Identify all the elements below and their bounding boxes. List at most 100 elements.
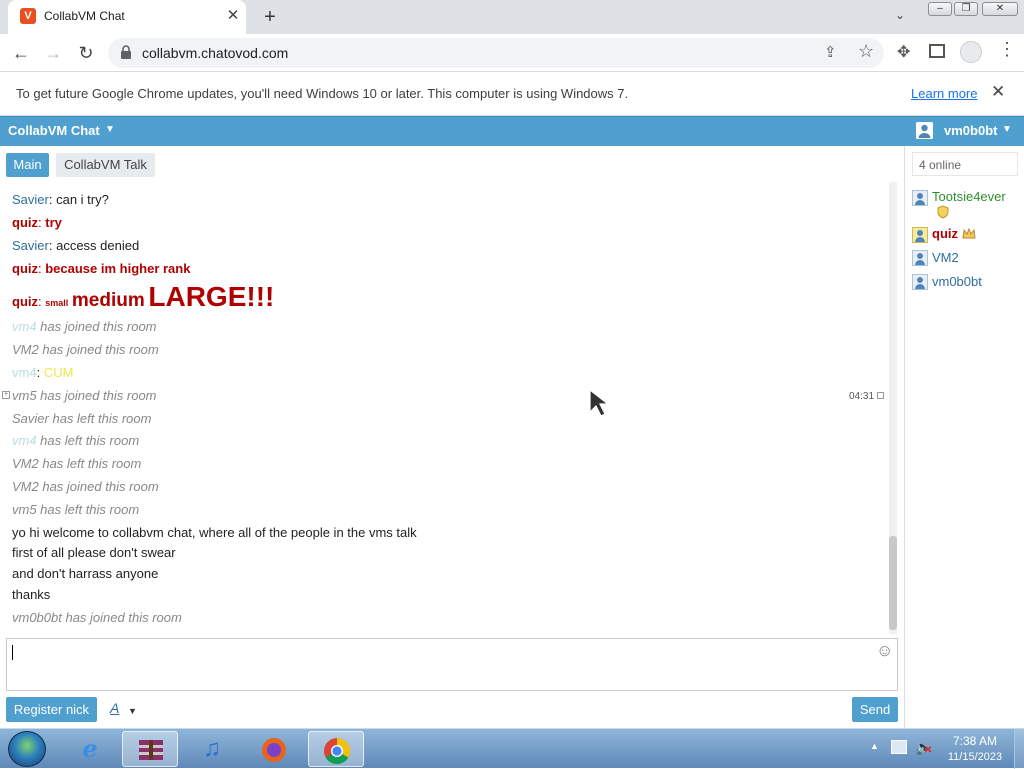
message-author[interactable]: quiz [12,294,38,309]
infobar-close-icon[interactable]: ✕ [991,82,1005,102]
firefox-icon [262,738,286,762]
tab-title: CollabVM Chat [44,9,125,23]
taskbar-app-internet-explorer[interactable]: e [62,731,118,767]
user-icon [912,227,928,243]
taskbar-app-itunes[interactable]: ♫ [184,731,240,767]
lock-icon[interactable] [120,45,132,59]
message-author[interactable]: Savier [12,192,49,207]
collabvm-favicon-icon: V [20,8,36,24]
system-message: vm5 has joined this room [12,388,157,403]
message-author[interactable]: vm4 [12,319,37,334]
profile-avatar-icon[interactable] [960,41,982,63]
learn-more-link[interactable]: Learn more [911,86,977,101]
user-icon[interactable] [916,122,933,139]
user-icon [912,250,928,266]
message: quiz: because im higher rank [12,261,191,276]
chevron-down-icon[interactable]: ▼ [128,706,137,716]
taskbar-app-firefox[interactable] [246,731,302,767]
system-message: vm4 has left this room [12,433,140,448]
show-hidden-icons-button[interactable]: ▲ [870,741,879,751]
winrar-icon [139,740,163,760]
chrome-menu-icon[interactable]: ⋮ [998,39,1016,60]
user-list-item[interactable]: VM2 [932,250,959,265]
message-select-checkbox[interactable] [877,392,884,399]
update-infobar: To get future Google Chrome updates, you… [0,72,1024,116]
reload-button[interactable]: ↻ [73,40,99,66]
clock-date[interactable]: 11/15/2023 [944,751,1006,763]
share-icon[interactable]: ⇪ [824,43,837,61]
tab-search-chevron-icon[interactable]: ⌄ [895,8,905,22]
system-message: vm4 has joined this room [12,319,157,334]
current-user-menu[interactable]: vm0b0bt [944,123,997,138]
user-icon [912,274,928,290]
message-text: CUM [43,365,74,380]
message: quiz: try [12,215,62,230]
address-bar[interactable]: collabvm.chatovod.com ⇪ ☆ [108,38,884,68]
tab-close-icon[interactable]: ✕ [224,7,242,25]
text-caret [12,645,13,660]
side-panel-icon[interactable] [929,44,945,58]
minimize-button[interactable]: – [928,2,952,16]
online-count: 4 online [912,152,1018,176]
message-input[interactable]: ☺ [6,638,898,691]
message-author[interactable]: vm4 [12,365,37,380]
restore-button[interactable]: ❐ [954,2,978,16]
close-window-button[interactable]: ✕ [982,2,1018,16]
internet-explorer-icon: e [82,734,98,763]
message-text: and don't harrass anyone [12,566,159,581]
chevron-down-icon[interactable]: ▼ [105,124,115,135]
message-author[interactable]: vm4 [12,433,37,448]
tab-strip: V CollabVM Chat ✕ + ⌄ – ❐ ✕ [0,0,1024,34]
network-icon[interactable] [891,740,907,754]
taskbar-app-chrome[interactable] [308,731,364,767]
browser-toolbar: ← → ↻ collabvm.chatovod.com ⇪ ☆ ✥ ⋮ [0,34,1024,72]
message: Savier: access denied [12,238,140,253]
message-text: yo hi welcome to collabvm chat, where al… [12,525,417,540]
extensions-puzzle-icon[interactable]: ✥ [897,42,910,62]
message-text: because im higher rank [41,261,191,276]
browser-tab[interactable]: V CollabVM Chat ✕ [8,0,246,34]
message-text: try [41,215,62,230]
tab-main[interactable]: Main [6,153,49,177]
new-tab-button[interactable]: + [258,5,282,29]
show-desktop-button[interactable] [1014,729,1024,769]
clock-time[interactable]: 7:38 AM [944,734,1006,748]
user-icon [912,190,928,206]
infobar-message: To get future Google Chrome updates, you… [16,86,629,101]
system-message: VM2 has joined this room [12,342,159,357]
message: vm4: CUM [12,365,74,380]
user-list-item[interactable]: Tootsie4ever [932,189,1006,204]
chat-title-menu[interactable]: CollabVM Chat [8,123,100,138]
chrome-icon [324,737,351,765]
message-text: can i try? [52,192,109,207]
expand-icon[interactable]: + [2,391,10,399]
user-list-item[interactable]: vm0b0bt [932,274,982,289]
back-button[interactable]: ← [8,40,34,66]
font-style-button[interactable]: A [110,700,119,716]
scrollbar-thumb[interactable] [889,536,897,630]
message-author[interactable]: quiz [12,215,38,230]
crown-badge-icon [962,227,976,239]
user-list-item[interactable]: quiz [932,226,958,241]
message-author[interactable]: quiz [12,261,38,276]
bookmark-star-icon[interactable]: ☆ [858,41,874,62]
start-button[interactable] [8,731,46,767]
forward-button[interactable]: → [40,40,66,66]
message-text-medium: medium [71,290,145,311]
taskbar-app-winrar[interactable] [122,731,178,767]
system-message: VM2 has joined this room [12,479,159,494]
message-list: Savier: can i try? quiz: try Savier: acc… [0,182,888,634]
message: Savier: can i try? [12,192,109,207]
chevron-down-icon[interactable]: ▼ [1002,124,1012,135]
mouse-pointer-icon [589,388,610,417]
url-text[interactable]: collabvm.chatovod.com [142,45,288,61]
smiley-icon[interactable]: ☺ [876,641,893,661]
send-button[interactable]: Send [852,697,898,722]
register-nick-button[interactable]: Register nick [6,697,97,722]
message-author[interactable]: Savier [12,238,49,253]
itunes-icon: ♫ [203,735,221,762]
chat-header: CollabVM Chat ▼ vm0b0bt ▼ [0,116,1024,146]
message-text-small: small [45,298,69,308]
system-message: VM2 has left this room [12,456,142,471]
tab-collabvm-talk[interactable]: CollabVM Talk [56,153,155,177]
